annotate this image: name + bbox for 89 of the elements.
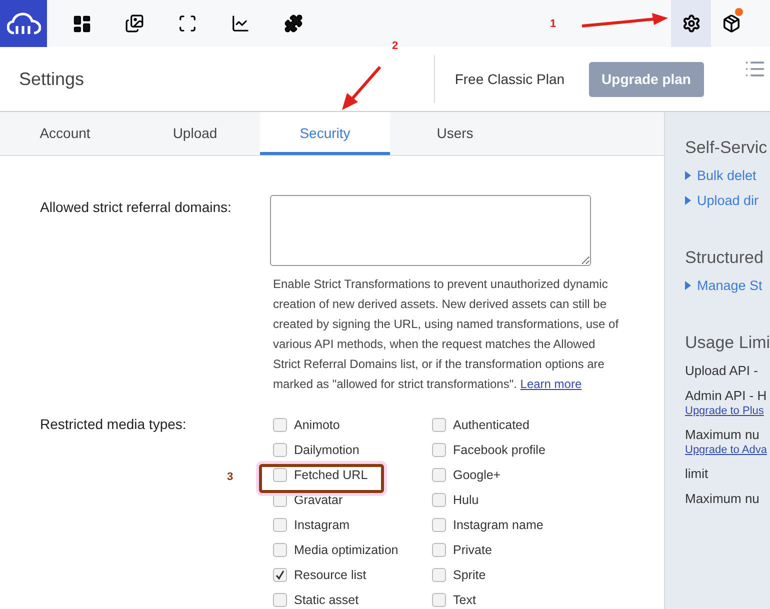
checkbox-label: Text (453, 592, 476, 606)
side-link[interactable]: Upload dir (697, 193, 759, 208)
checkbox-label: Media optimization (294, 542, 398, 556)
limit-text: Upload API - (685, 363, 758, 378)
checkbox-label: Private (453, 542, 492, 556)
frame-icon (178, 14, 197, 33)
settings-icon (682, 14, 700, 33)
side-link[interactable]: Upgrade to Plus (685, 405, 764, 417)
package-icon (722, 14, 740, 33)
checkbox-label: Sprite (453, 568, 486, 582)
help-text: Enable Strict Transformations to prevent unauthorized dynamic creation of new derived assets. New derived assets can still be created by signing the URL, using named transformations, use of various API methods, when the request matches the Allowed Strict Referral Domains list, or if the transformation options are marked as "allowed for strict transformations". Learn more (273, 276, 620, 393)
media-type-checkbox[interactable]: Facebook profile (429, 437, 588, 462)
checkbox-label: Google+ (453, 468, 501, 482)
annotation-number: 1 (550, 18, 556, 30)
checkbox[interactable] (273, 418, 287, 432)
checkbox[interactable] (273, 442, 287, 456)
checkbox-label: Resource list (294, 568, 366, 582)
annotation-number: 2 (392, 40, 398, 52)
checkbox-label: Dailymotion (294, 442, 360, 456)
limit-text: Maximum nu (685, 491, 760, 506)
plan-name: Free Classic Plan (454, 71, 565, 87)
side-link[interactable]: Upgrade to Adva (685, 444, 767, 456)
section-heading: Usage Limi (685, 333, 770, 353)
domains-field[interactable] (270, 195, 591, 266)
checkbox-label: Authenticated (453, 418, 530, 432)
media-type-checkbox[interactable]: Animoto (270, 412, 429, 437)
checkbox[interactable] (273, 542, 287, 556)
checkbox[interactable] (432, 542, 446, 556)
media-type-checkbox[interactable]: Media optimization (270, 537, 429, 562)
checkbox[interactable] (273, 468, 287, 482)
checkbox[interactable] (273, 592, 287, 606)
page-title: Settings (19, 68, 86, 90)
checkbox-label: Animoto (294, 418, 340, 432)
checkbox[interactable] (273, 568, 287, 582)
media-type-checkbox[interactable]: Instagram (270, 512, 429, 537)
triangle-icon (685, 281, 691, 290)
media-type-checkbox[interactable]: Gravatar (270, 487, 429, 512)
side-link[interactable]: Manage St (697, 278, 762, 293)
checkbox[interactable] (432, 468, 446, 482)
checkbox[interactable] (432, 442, 446, 456)
limit-text: Admin API - H (685, 388, 767, 403)
media-type-checkbox[interactable]: Text (429, 587, 588, 609)
media-type-checkbox[interactable]: Sprite (429, 562, 588, 587)
images-icon (125, 14, 144, 33)
checkbox[interactable] (432, 568, 446, 582)
limit-text: limit (685, 466, 708, 481)
triangle-icon (685, 171, 691, 180)
field-label: Allowed strict referral domains: (40, 198, 232, 215)
tab[interactable]: Account (0, 112, 130, 155)
checkbox[interactable] (432, 518, 446, 532)
checkbox[interactable] (432, 592, 446, 606)
tab[interactable]: Security (260, 112, 390, 155)
media-type-checkbox[interactable]: Private (429, 537, 588, 562)
section-heading: Structured (685, 248, 764, 268)
checkbox-label: Hulu (453, 492, 479, 506)
settings-button[interactable] (671, 0, 711, 47)
side-link[interactable]: Bulk delet (697, 168, 756, 183)
cloud-logo-icon (6, 12, 40, 36)
checkbox-label: Fetched URL (294, 468, 368, 482)
logo[interactable] (0, 0, 47, 47)
media-type-checkbox[interactable]: Resource list (270, 562, 429, 587)
line-chart-icon (231, 14, 250, 33)
menu-button[interactable] (744, 59, 766, 79)
checkbox-label: Instagram name (453, 518, 544, 532)
puzzle-icon (284, 14, 303, 33)
limit-text: Maximum nu (685, 427, 760, 442)
media-type-checkbox[interactable]: Authenticated (429, 412, 588, 437)
section-heading: Self-Servic (685, 138, 768, 158)
media-type-checkbox[interactable]: Fetched URL (270, 462, 429, 487)
check-icon (275, 570, 285, 580)
checkbox[interactable] (432, 492, 446, 506)
checkbox-label: Static asset (294, 592, 359, 606)
checkbox[interactable] (273, 518, 287, 532)
checkbox-label: Instagram (294, 518, 350, 532)
media-type-checkbox[interactable]: Dailymotion (270, 437, 429, 462)
field-label: Restricted media types: (40, 415, 188, 432)
learn-more-link[interactable]: Learn more (520, 377, 582, 391)
tab[interactable]: Users (390, 112, 520, 155)
checkbox-label: Facebook profile (453, 442, 546, 456)
triangle-icon (685, 196, 691, 205)
tab[interactable]: Upload (130, 112, 260, 155)
media-type-checkbox[interactable]: Google+ (429, 462, 588, 487)
media-type-checkbox[interactable]: Hulu (429, 487, 588, 512)
checkbox[interactable] (432, 418, 446, 432)
dashboard-icon (72, 14, 92, 34)
annotation-number: 3 (227, 471, 234, 483)
checkbox-label: Gravatar (294, 492, 343, 506)
media-type-checkbox[interactable]: Instagram name (429, 512, 588, 537)
media-type-checkbox[interactable]: Static asset (270, 587, 429, 609)
